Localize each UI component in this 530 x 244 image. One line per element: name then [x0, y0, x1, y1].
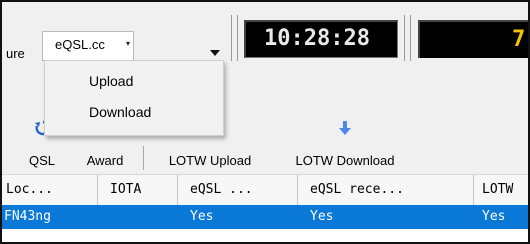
- menu-item-download[interactable]: Download: [45, 100, 223, 126]
- cell-locator: FN43ng: [4, 209, 51, 224]
- column-header-lotw[interactable]: LOTW: [474, 175, 528, 205]
- column-header-eqsl-received[interactable]: eQSL rece...: [298, 175, 474, 205]
- lotw-upload-label: LOTW Upload: [168, 153, 252, 168]
- cell-lotw: Yes: [482, 209, 506, 224]
- menu-item-upload[interactable]: Upload: [45, 69, 223, 95]
- top-bar: ure eQSL.cc ▾ 10:28:28 7.: [2, 2, 528, 64]
- service-dropdown-menu: Upload Download: [44, 60, 224, 136]
- lotw-download-label: LOTW Download: [295, 153, 395, 168]
- table-row-selected[interactable]: FN43ng Yes Yes Yes: [2, 205, 528, 229]
- clock-time: 10:28:28: [264, 26, 370, 51]
- truncated-label: ure: [6, 46, 25, 61]
- divider: [404, 15, 405, 61]
- lotw-download-button[interactable]: LOTW Download: [278, 120, 412, 172]
- download-icon: [339, 121, 351, 135]
- chevron-down-icon: ▾: [126, 39, 131, 48]
- cell-iota: [98, 205, 178, 229]
- divider: [410, 15, 411, 61]
- service-select[interactable]: eQSL.cc ▾: [42, 31, 134, 61]
- column-header-eqsl[interactable]: eQSL ...: [178, 175, 298, 205]
- cell-eqsl-received: Yes: [310, 209, 334, 224]
- frequency-value: 7.: [512, 27, 528, 52]
- divider: [237, 15, 238, 61]
- service-select-value: eQSL.cc: [55, 37, 105, 52]
- toolbar-divider: [143, 146, 144, 170]
- dropdown-arrow-icon[interactable]: [210, 50, 220, 56]
- grid-header: Loc... IOTA eQSL ... eQSL rece... LOTW: [2, 174, 528, 206]
- qsl-label: QSL: [28, 153, 55, 168]
- cell-eqsl-sent: Yes: [190, 209, 214, 224]
- divider: [231, 15, 232, 61]
- award-label: Award: [86, 153, 124, 168]
- qso-grid: Loc... IOTA eQSL ... eQSL rece... LOTW F…: [2, 174, 528, 242]
- column-header-iota[interactable]: IOTA: [98, 175, 178, 205]
- grid-empty-area: [2, 229, 528, 242]
- frequency-display: 7.: [418, 20, 528, 58]
- column-header-locator[interactable]: Loc...: [2, 175, 98, 205]
- clock-display: 10:28:28: [244, 20, 398, 58]
- app-window: ure eQSL.cc ▾ 10:28:28 7. QSL: [0, 0, 530, 244]
